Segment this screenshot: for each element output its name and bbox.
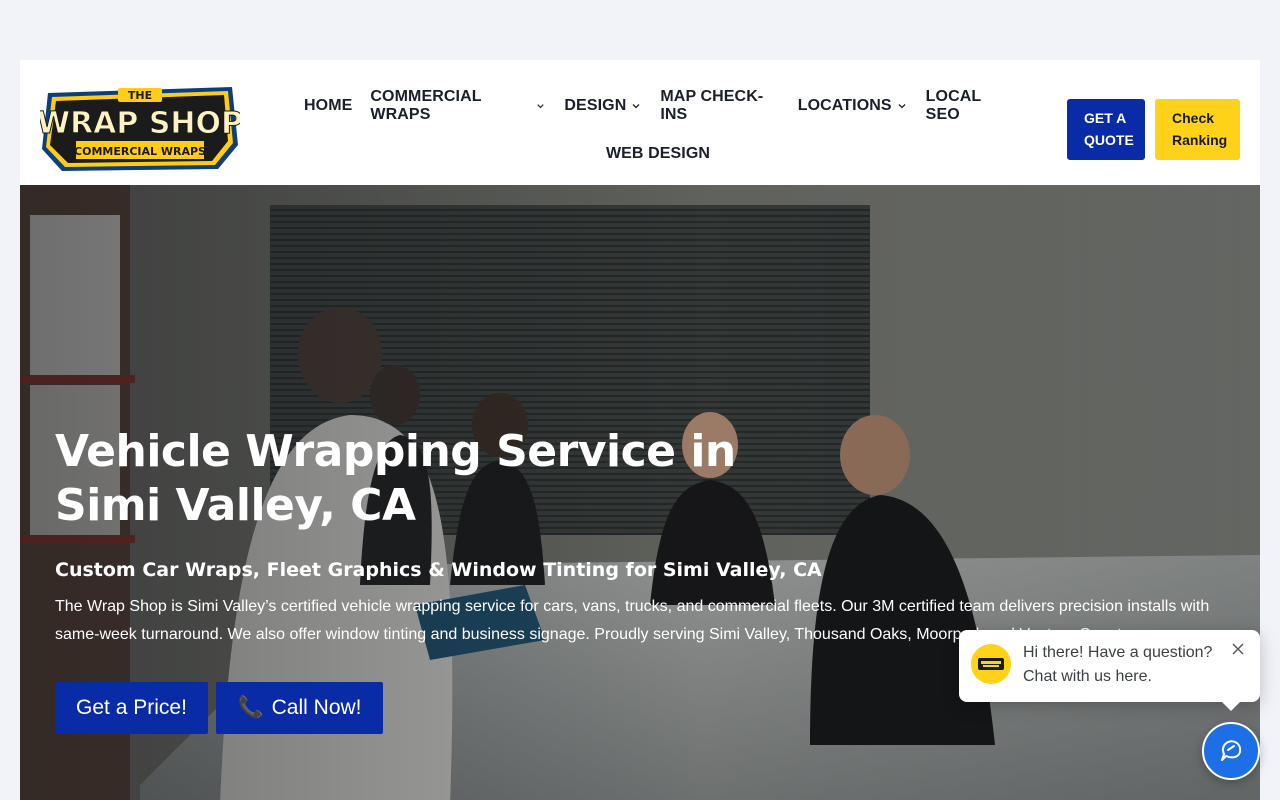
chat-greeting-text: Hi there! Have a question? Chat with us … xyxy=(1023,641,1228,689)
chat-line-1: Hi there! Have a question? xyxy=(1023,644,1213,661)
nav-item-locations[interactable]: LOCATIONS xyxy=(789,97,917,115)
nav-item-design[interactable]: DESIGN xyxy=(555,97,651,115)
nav-label: DESIGN xyxy=(564,97,627,114)
nav-row-2: WEB DESIGN xyxy=(295,130,1021,178)
nav-item-local-seo[interactable]: LOCAL SEO xyxy=(917,88,1021,124)
call-button-label: Call Now! xyxy=(271,696,362,719)
svg-text:WRAP SHOP: WRAP SHOP xyxy=(40,106,240,141)
hero-title-line-2: Simi Valley, CA xyxy=(55,480,416,531)
nav-item-home[interactable]: HOME xyxy=(295,97,361,115)
nav-item-map-check-ins[interactable]: MAP CHECK-INS xyxy=(651,88,788,124)
check-ranking-button[interactable]: Check Ranking xyxy=(1155,99,1240,160)
chat-line-2: Chat with us here. xyxy=(1023,668,1152,685)
quote-line-2: QUOTE xyxy=(1084,132,1134,148)
nav-label: MAP CHECK-INS xyxy=(660,88,764,123)
chat-greeting-popup[interactable]: Hi there! Have a question? Chat with us … xyxy=(959,630,1260,711)
chat-launcher-button[interactable] xyxy=(1202,722,1260,780)
nav-label: WEB DESIGN xyxy=(605,145,711,162)
nav-item-web-design[interactable]: WEB DESIGN xyxy=(597,145,719,163)
get-a-price-button[interactable]: Get a Price! xyxy=(55,682,208,734)
call-now-button[interactable]: 📞 Call Now! xyxy=(216,682,383,734)
main-nav: HOME COMMERCIAL WRAPS DESIGN MAP CHECK-I… xyxy=(295,82,1021,178)
hero-title-line-1: Vehicle Wrapping Service in xyxy=(55,426,736,477)
get-a-quote-button[interactable]: GET A QUOTE xyxy=(1067,99,1145,160)
svg-text:COMMERCIAL WRAPS: COMMERCIAL WRAPS xyxy=(74,145,206,158)
hero-description-line-1: The Wrap Shop is Simi Valley’s certified… xyxy=(55,598,1210,615)
chat-avatar xyxy=(971,644,1011,684)
nav-row-1: HOME COMMERCIAL WRAPS DESIGN MAP CHECK-I… xyxy=(295,82,1021,130)
nav-label: LOCAL SEO xyxy=(925,88,981,123)
nav-label: COMMERCIAL WRAPS xyxy=(370,88,482,123)
nav-label: LOCATIONS xyxy=(797,97,892,114)
hero-section: Vehicle Wrapping Service in Simi Valley,… xyxy=(20,185,1260,800)
site-header: THE WRAP SHOP COMMERCIAL WRAPS HOME COMM… xyxy=(20,60,1260,185)
quote-line-1: GET A xyxy=(1084,110,1127,126)
nav-label: HOME xyxy=(304,97,353,114)
nav-item-commercial-wraps[interactable]: COMMERCIAL WRAPS xyxy=(361,88,555,124)
rank-line-2: Ranking xyxy=(1172,132,1228,148)
rank-line-1: Check xyxy=(1172,110,1215,126)
hero-title: Vehicle Wrapping Service in Simi Valley,… xyxy=(55,425,815,533)
chevron-down-icon xyxy=(537,104,545,109)
svg-text:THE: THE xyxy=(128,89,152,102)
chat-icon xyxy=(1221,740,1242,761)
phone-icon: 📞 xyxy=(237,696,264,719)
hero-subtitle: Custom Car Wraps, Fleet Graphics & Windo… xyxy=(55,559,822,581)
chevron-down-icon xyxy=(898,104,906,109)
chevron-down-icon xyxy=(632,104,640,109)
close-icon[interactable] xyxy=(1231,642,1245,656)
price-button-label: Get a Price! xyxy=(76,696,187,719)
wrap-shop-logo[interactable]: THE WRAP SHOP COMMERCIAL WRAPS xyxy=(40,85,240,173)
